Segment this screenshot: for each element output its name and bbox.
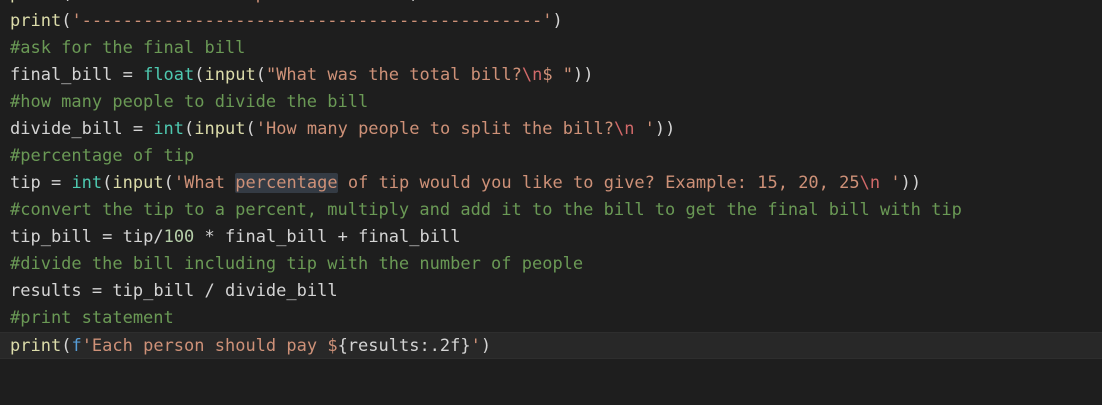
code-lines[interactable]: print("Welcome to the tip calculator!!")… [0,0,1102,386]
code-token-string: ' [470,336,481,356]
code-token-comment: #ask for the final bill [10,38,246,58]
code-token-punctuation: ( [61,336,72,356]
code-token-punctuation: )) [573,65,594,85]
code-token-operator: = [40,173,72,193]
code-token-builtin: int [71,173,103,193]
code-token-string: $ " [542,65,574,85]
code-token-operator: = [91,227,123,247]
code-token-punctuation: ( [102,173,113,193]
code-token-string: ' [634,119,655,139]
code-token-escape: \n [613,119,635,139]
code-token-comment: #convert the tip to a percent, multiply … [10,200,962,220]
code-token-variable: final_bill [10,65,113,85]
code-token-punctuation: ( [194,65,205,85]
code-token-string: 'How many people to split the bill? [255,119,614,139]
code-token-function: print [10,0,61,4]
code-token-string: of tip would you like to give? Example: … [337,173,860,193]
code-token-variable: tip_bill [112,281,195,301]
code-token-interp: {results:.2f} [337,336,471,356]
code-line[interactable]: #convert the tip to a percent, multiply … [0,197,1102,224]
code-token-function: input [194,119,246,139]
code-token-number: 100 [163,227,195,247]
code-token-operator: / [194,281,225,301]
code-token-operator: * [194,227,226,247]
code-token-comment: #print statement [10,308,174,328]
code-token-operator: + [327,227,359,247]
code-token-punctuation: )) [654,119,676,139]
code-token-variable: results [10,281,82,301]
code-token-punctuation: ) [480,336,492,356]
code-token-builtin: int [153,119,185,139]
code-token-string: 'Each person should pay $ [81,336,338,356]
code-line[interactable]: final_bill = float(input("What was the t… [0,62,1102,89]
code-token-operator: = [122,119,154,139]
code-line-current[interactable]: print(f'Each person should pay ${results… [0,332,1102,359]
code-line[interactable]: #print statement [0,305,1102,332]
code-line[interactable]: #percentage of tip [0,143,1102,170]
code-line[interactable]: print("Welcome to the tip calculator!!") [0,0,1102,8]
code-token-string: ' [880,173,901,193]
code-token-punctuation: ( [245,119,256,139]
code-line[interactable]: #divide the bill including tip with the … [0,251,1102,278]
code-line[interactable]: print('---------------------------------… [0,8,1102,35]
code-line[interactable] [0,359,1102,386]
code-token-function: input [112,173,164,193]
code-token-function: print [10,336,62,356]
code-token-operator: = [112,65,144,85]
code-token-variable: tip [10,173,41,193]
code-token-string: "What was the total bill? [265,65,522,85]
code-token-operator: / [153,227,164,247]
code-line[interactable]: tip = int(input('What percentage of tip … [0,170,1102,197]
highlighted-word-token: percentage [235,173,338,193]
code-token-variable: divide_bill [10,119,123,139]
code-token-variable: tip_bill [10,227,92,247]
code-token-punctuation: ) [409,0,419,4]
code-token-fstring-prefix: f [71,336,82,356]
code-token-variable: final_bill [358,227,461,247]
code-token-string: 'What [173,173,236,193]
code-token-punctuation: ( [61,0,71,4]
code-token-comment: #divide the bill including tip with the … [10,254,584,274]
code-token-comment: #how many people to divide the bill [10,92,369,112]
code-token-function: input [204,65,256,85]
code-token-escape: \n [521,65,543,85]
code-token-escape: \n [859,173,881,193]
code-token-punctuation: ( [163,173,174,193]
code-token-variable: tip [122,227,154,247]
code-line[interactable]: results = tip_bill / divide_bill [0,278,1102,305]
code-token-variable: divide_bill [224,281,338,301]
code-token-punctuation: ( [61,11,72,31]
code-token-variable: final_bill [225,227,328,247]
code-line[interactable]: divide_bill = int(input('How many people… [0,116,1102,143]
code-token-punctuation: )) [900,173,922,193]
code-token-string: "Welcome to the tip calculator!!" [71,0,409,4]
code-token-punctuation: ) [552,11,563,31]
code-token-builtin: float [143,65,195,85]
code-line[interactable]: tip_bill = tip/100 * final_bill + final_… [0,224,1102,251]
code-token-function: print [10,11,62,31]
code-token-punctuation: ( [255,65,266,85]
code-line[interactable]: #ask for the final bill [0,35,1102,62]
code-line[interactable]: #how many people to divide the bill [0,89,1102,116]
code-editor[interactable]: print("Welcome to the tip calculator!!")… [0,0,1102,405]
code-token-string: '---------------------------------------… [71,11,553,31]
code-token-operator: = [81,281,113,301]
code-token-punctuation: ( [184,119,195,139]
code-token-comment: #percentage of tip [10,146,195,166]
